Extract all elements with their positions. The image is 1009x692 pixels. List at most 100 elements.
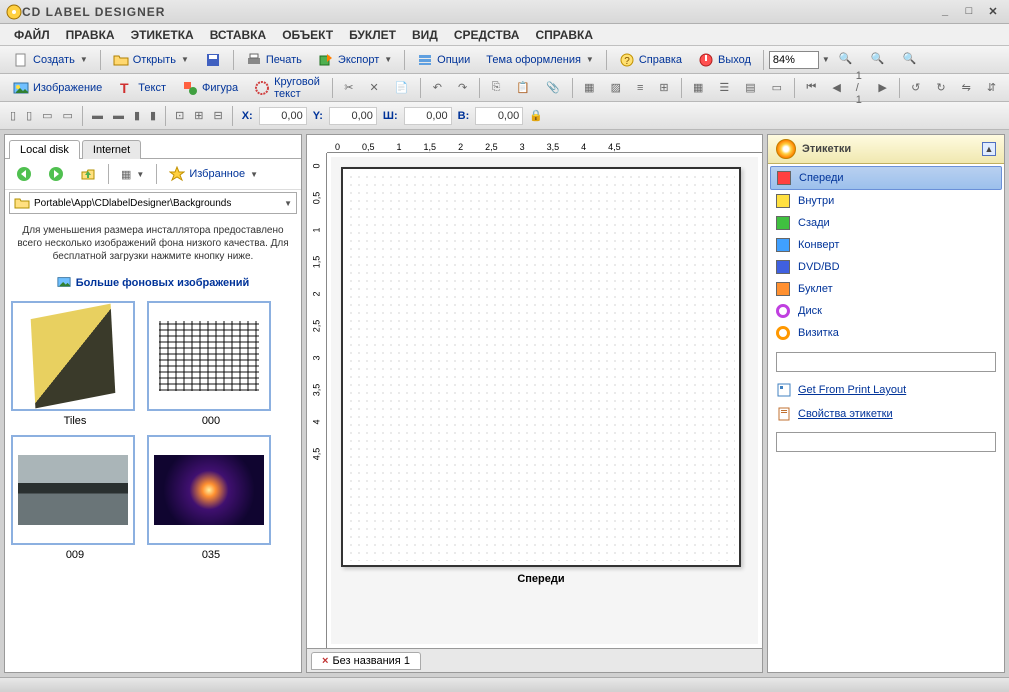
clip-button[interactable]: 📎 xyxy=(539,77,567,99)
ungroup-button[interactable]: ▨ xyxy=(604,77,628,99)
path-dropdown[interactable]: ▼ xyxy=(284,199,292,208)
insert-image-button[interactable]: Изображение xyxy=(6,77,109,99)
thumb-000[interactable]: 000 xyxy=(147,301,275,427)
menu-object[interactable]: ОБЪЕКТ xyxy=(276,26,339,44)
ruler-button[interactable]: ▭ xyxy=(765,77,789,99)
zoom-fit-button[interactable]: 🔍 xyxy=(896,49,926,71)
thumb-009[interactable]: 009 xyxy=(11,435,139,561)
al8[interactable]: ▮ xyxy=(146,105,160,127)
grid-button[interactable]: ▦ xyxy=(686,77,710,99)
w-input[interactable] xyxy=(404,107,452,125)
label-item-5[interactable]: Буклет xyxy=(770,278,1002,300)
label-item-3[interactable]: Конверт xyxy=(770,234,1002,256)
snap-button[interactable]: ▤ xyxy=(738,77,762,99)
al1[interactable]: ▯ xyxy=(6,105,20,127)
favorites-button[interactable]: Избранное ▼ xyxy=(162,163,265,185)
redo-button[interactable]: ↷ xyxy=(451,77,474,99)
label-item-6[interactable]: Диск xyxy=(770,300,1002,322)
maximize-button[interactable]: □ xyxy=(959,5,979,18)
get-from-print-link[interactable]: Get From Print Layout xyxy=(768,378,1004,402)
save-button[interactable] xyxy=(198,49,228,71)
nav-back-button[interactable] xyxy=(9,163,39,185)
view-mode-button[interactable]: ▦▼ xyxy=(114,163,151,185)
design-canvas[interactable] xyxy=(341,167,741,567)
layers-button[interactable]: ☰ xyxy=(712,77,736,99)
first-page-button[interactable]: ⏮ xyxy=(799,77,823,99)
label-item-2[interactable]: Сзади xyxy=(770,212,1002,234)
export-button[interactable]: Экспорт ▼ xyxy=(311,49,399,71)
zoom-dropdown[interactable]: ▼ xyxy=(822,55,830,64)
menu-tools[interactable]: СРЕДСТВА xyxy=(448,26,526,44)
print-button[interactable]: Печать xyxy=(239,49,309,71)
al10[interactable]: ⊞ xyxy=(190,105,207,127)
cut-button[interactable]: ✂ xyxy=(337,77,360,99)
label-item-4[interactable]: DVD/BD xyxy=(770,256,1002,278)
paste-button[interactable]: 📋 xyxy=(509,77,537,99)
zoom-in-button[interactable]: 🔍 xyxy=(832,49,862,71)
x-input[interactable] xyxy=(259,107,307,125)
canvas-area[interactable]: 00,511,522,533,544,5 00,511,522,533,544,… xyxy=(306,134,763,649)
al4[interactable]: ▭ xyxy=(59,105,77,127)
undo-button[interactable]: ↶ xyxy=(426,77,449,99)
tab-internet[interactable]: Internet xyxy=(82,140,141,159)
nav-fwd-button[interactable] xyxy=(41,163,71,185)
menu-help[interactable]: СПРАВКА xyxy=(529,26,599,44)
menu-booklet[interactable]: БУКЛЕТ xyxy=(343,26,402,44)
label-item-7[interactable]: Визитка xyxy=(770,322,1002,344)
align-button[interactable]: ≡ xyxy=(630,77,650,99)
menu-insert[interactable]: ВСТАВКА xyxy=(204,26,272,44)
collapse-button[interactable]: ▲ xyxy=(982,142,996,156)
prev-page-button[interactable]: ◀ xyxy=(825,77,847,99)
rotate-left-button[interactable]: ↺ xyxy=(904,77,927,99)
al9[interactable]: ⊡ xyxy=(171,105,188,127)
minimize-button[interactable]: _ xyxy=(935,5,955,18)
al7[interactable]: ▮ xyxy=(130,105,144,127)
label-select-1[interactable] xyxy=(776,352,996,372)
label-select-2[interactable] xyxy=(776,432,996,452)
props-button[interactable]: 📄 xyxy=(388,77,416,99)
theme-button[interactable]: Тема оформления ▼ xyxy=(479,49,601,71)
path-box[interactable]: Portable\App\CDlabelDesigner\Backgrounds… xyxy=(9,192,297,214)
tab-local-disk[interactable]: Local disk xyxy=(9,140,80,159)
zoom-input[interactable] xyxy=(769,51,819,69)
options-button[interactable]: Опции xyxy=(410,49,477,71)
label-props-link[interactable]: Свойства этикетки xyxy=(768,402,1004,426)
next-page-button[interactable]: ▶ xyxy=(871,77,893,99)
flip-v-button[interactable]: ⇵ xyxy=(980,77,1003,99)
al6[interactable]: ▬ xyxy=(109,105,128,127)
dist-button[interactable]: ⊞ xyxy=(652,77,675,99)
al2[interactable]: ▯ xyxy=(22,105,36,127)
thumb-tiles[interactable]: Tiles xyxy=(11,301,139,427)
exit-button[interactable]: Выход xyxy=(691,49,758,71)
document-tab[interactable]: × Без названия 1 xyxy=(311,652,421,670)
label-item-1[interactable]: Внутри xyxy=(770,190,1002,212)
menu-label[interactable]: ЭТИКЕТКА xyxy=(125,26,200,44)
label-item-0[interactable]: Спереди xyxy=(770,166,1002,190)
new-button[interactable]: Создать ▼ xyxy=(6,49,95,71)
al3[interactable]: ▭ xyxy=(38,105,56,127)
open-button[interactable]: Открыть ▼ xyxy=(106,49,196,71)
menu-view[interactable]: ВИД xyxy=(406,26,444,44)
zoom-out-button[interactable]: 🔍 xyxy=(864,49,894,71)
copy-button[interactable]: ⎘ xyxy=(485,77,508,99)
thumb-035[interactable]: 035 xyxy=(147,435,275,561)
close-button[interactable]: ✕ xyxy=(983,5,1003,18)
doc-close-icon[interactable]: × xyxy=(322,655,328,667)
al11[interactable]: ⊟ xyxy=(210,105,227,127)
delete-button[interactable]: ✕ xyxy=(363,77,386,99)
h-input[interactable] xyxy=(475,107,523,125)
lock-button[interactable]: 🔒 xyxy=(525,105,547,127)
insert-circtext-button[interactable]: Круговой текст xyxy=(247,77,327,99)
help-button[interactable]: ? Справка xyxy=(612,49,689,71)
insert-text-button[interactable]: T Текст xyxy=(111,77,173,99)
insert-shape-button[interactable]: Фигура xyxy=(175,77,245,99)
menu-file[interactable]: ФАЙЛ xyxy=(8,26,56,44)
rotate-right-button[interactable]: ↻ xyxy=(929,77,952,99)
al5[interactable]: ▬ xyxy=(88,105,107,127)
more-backgrounds-link[interactable]: Больше фоновых изображений xyxy=(57,277,250,289)
group-button[interactable]: ▦ xyxy=(577,77,601,99)
menu-edit[interactable]: ПРАВКА xyxy=(60,26,121,44)
y-input[interactable] xyxy=(329,107,377,125)
nav-up-button[interactable] xyxy=(73,163,103,185)
flip-h-button[interactable]: ⇋ xyxy=(955,77,978,99)
